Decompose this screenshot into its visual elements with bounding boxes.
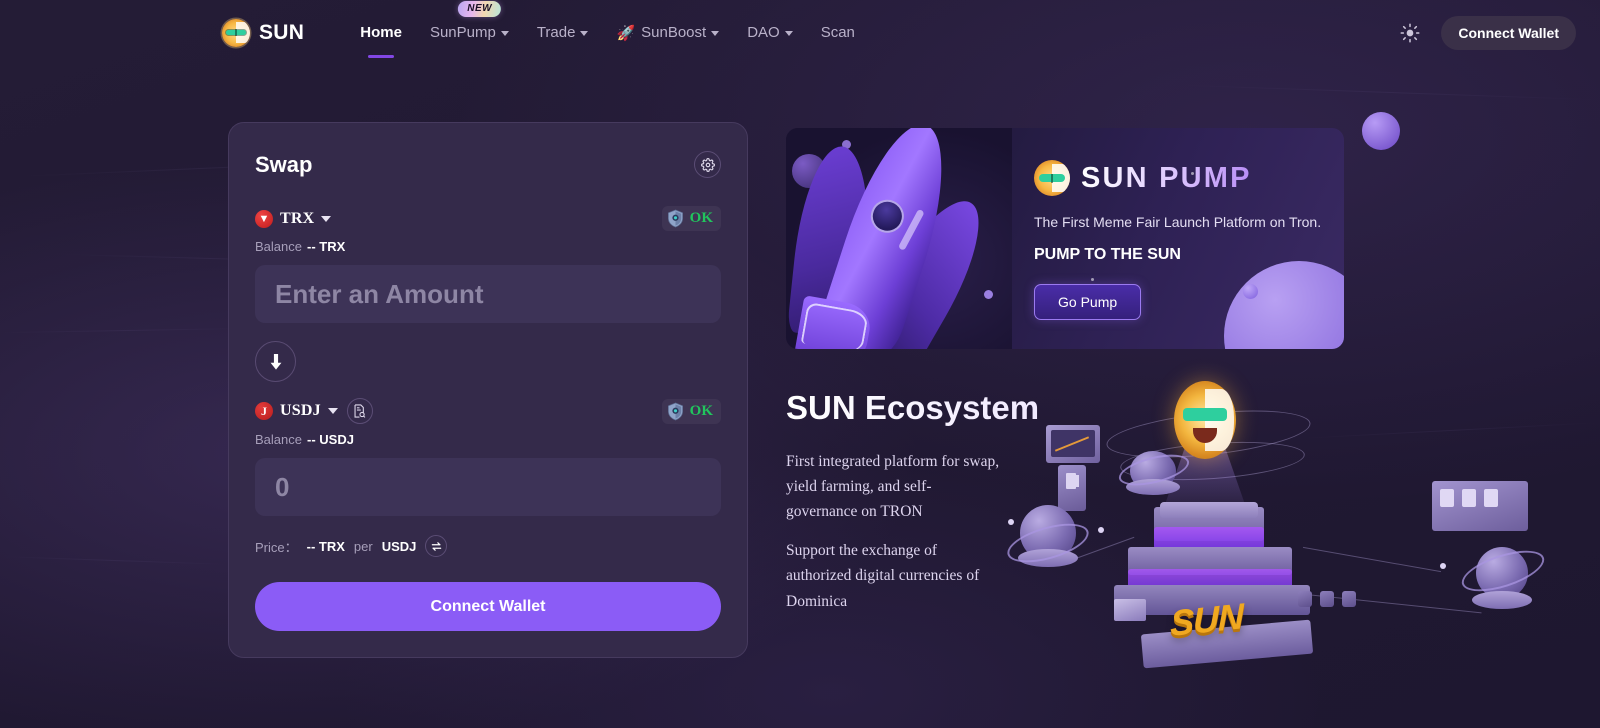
chevron-down-icon <box>784 31 793 36</box>
promo-text-block: SUN PUMP The First Meme Fair Launch Plat… <box>1012 128 1344 349</box>
arrow-down-icon[interactable] <box>255 341 296 382</box>
decorative-dot <box>1191 172 1194 175</box>
sun-face-icon <box>222 18 250 47</box>
price-quote-symbol: USDJ <box>381 538 417 554</box>
decorative-planet <box>984 290 993 299</box>
header-connect-wallet-button[interactable]: Connect Wallet <box>1441 15 1576 50</box>
swap-direction-row <box>255 341 721 382</box>
usdj-token-icon: J <box>255 402 273 420</box>
from-balance-row: Balance -- TRX <box>255 239 721 254</box>
swap-card: Swap ▼ TRX OK Balance -- TRX Enter an Am… <box>228 122 748 658</box>
chevron-down-icon <box>580 31 589 36</box>
gear-icon[interactable] <box>694 151 721 178</box>
brand-name: SUN <box>259 20 305 44</box>
price-value: -- TRX <box>306 538 345 554</box>
nav-item-trade[interactable]: Trade <box>523 16 603 49</box>
chevron-down-icon <box>500 31 509 36</box>
promo-tagline: PUMP TO THE SUN <box>1034 246 1181 263</box>
price-per-label: per <box>353 538 373 554</box>
from-token-row: ▼ TRX OK <box>255 206 721 231</box>
swap-title: Swap <box>255 151 313 177</box>
sun-brightness-icon[interactable] <box>1397 20 1423 46</box>
from-risk-badge[interactable]: OK <box>661 206 721 231</box>
rocket-icon: 🚀 <box>616 24 636 42</box>
nav-item-dao[interactable]: DAO <box>733 16 807 49</box>
sun-face-3d-icon <box>1174 381 1236 459</box>
sun-ecosystem-3d-illustration: SUN <box>1002 377 1600 677</box>
swap-connect-wallet-button[interactable]: Connect Wallet <box>255 582 721 631</box>
ecosystem-section: SUN Ecosystem First integrated platform … <box>786 381 1600 669</box>
ecosystem-paragraph: Support the exchange of authorized digit… <box>786 542 980 610</box>
promo-title: SUN PUMP <box>1081 161 1252 194</box>
nav-item-home[interactable]: Home <box>346 16 416 58</box>
from-token-selector[interactable]: ▼ TRX <box>255 209 332 228</box>
swap-header: Swap <box>255 151 721 178</box>
to-risk-badge[interactable]: OK <box>661 398 721 424</box>
promo-logo-row: SUN PUMP <box>1034 160 1344 196</box>
server-cluster-3d <box>1432 481 1528 531</box>
main-navigation: Home NEW SunPump Trade 🚀 SunBoost DAO Sc… <box>346 1 1397 58</box>
to-amount-input[interactable] <box>255 458 721 516</box>
to-balance-label: Balance <box>255 432 302 447</box>
promo-subtitle: The First Meme Fair Launch Platform on T… <box>1034 214 1322 230</box>
nav-label: Scan <box>820 24 855 41</box>
nav-item-sunpump[interactable]: NEW SunPump <box>416 1 523 49</box>
rocket-illustration <box>786 128 1012 349</box>
decorative-dot <box>1091 278 1094 281</box>
price-label: Price： <box>255 539 298 555</box>
to-token-left: J USDJ <box>255 398 373 424</box>
header-actions: Connect Wallet <box>1397 15 1576 50</box>
sun-face-icon <box>1034 160 1070 196</box>
nav-label: Home <box>360 24 402 41</box>
page-content: Swap ▼ TRX OK Balance -- TRX Enter an Am… <box>0 65 1600 669</box>
from-risk-label: OK <box>689 210 713 226</box>
nav-label: SunBoost <box>641 24 707 41</box>
nav-item-sunboost[interactable]: 🚀 SunBoost <box>602 16 733 50</box>
go-pump-button[interactable]: Go Pump <box>1034 284 1142 320</box>
active-underline <box>368 55 395 58</box>
nav-label: DAO <box>747 24 780 41</box>
nav-label: Trade <box>536 24 576 41</box>
chevron-down-icon <box>711 31 720 36</box>
brand-logo-link[interactable]: SUN <box>222 18 305 47</box>
price-direction-icon[interactable] <box>425 535 448 557</box>
right-column: SUN PUMP The First Meme Fair Launch Plat… <box>786 112 1600 669</box>
from-token-left: ▼ TRX <box>255 209 332 228</box>
server-tower-3d <box>1058 465 1086 511</box>
contract-search-icon[interactable] <box>346 398 373 424</box>
from-amount-input[interactable] <box>255 265 721 323</box>
site-header: SUN Home NEW SunPump Trade 🚀 SunBoost DA… <box>0 0 1600 65</box>
from-balance-value: -- TRX <box>306 239 346 254</box>
to-token-symbol: USDJ <box>280 402 321 419</box>
to-risk-label: OK <box>689 402 713 419</box>
decorative-planet-top <box>1362 112 1400 150</box>
shield-icon <box>667 402 683 420</box>
new-badge: NEW <box>458 1 502 17</box>
nav-item-scan[interactable]: Scan <box>807 16 869 49</box>
to-token-selector[interactable]: J USDJ <box>255 402 338 420</box>
from-balance-label: Balance <box>255 239 302 254</box>
sunpump-promo-banner[interactable]: SUN PUMP The First Meme Fair Launch Plat… <box>786 128 1344 349</box>
to-balance-value: -- USDJ <box>306 432 354 447</box>
chevron-down-icon <box>327 408 338 414</box>
from-token-symbol: TRX <box>280 209 315 227</box>
ecosystem-paragraph: First integrated platform for swap, yiel… <box>786 453 1000 521</box>
trx-token-icon: ▼ <box>255 209 273 228</box>
sun-3d-text: SUN <box>1170 595 1243 644</box>
to-balance-row: Balance -- USDJ <box>255 432 721 447</box>
shield-icon <box>667 209 683 228</box>
nav-label: SunPump <box>429 24 496 41</box>
chevron-down-icon <box>321 215 332 222</box>
price-row: Price： -- TRX per USDJ <box>255 535 721 557</box>
to-token-row: J USDJ OK <box>255 398 721 424</box>
